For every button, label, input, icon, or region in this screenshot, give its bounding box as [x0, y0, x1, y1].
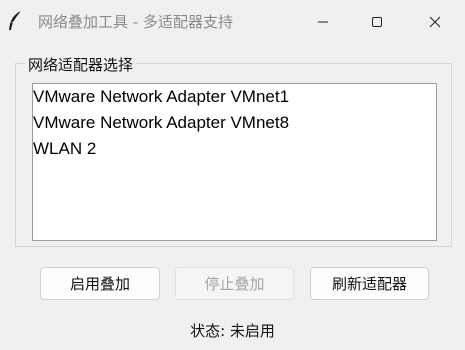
adapter-listbox[interactable]: VMware Network Adapter VMnet1 VMware Net… [32, 83, 437, 241]
adapter-list-item[interactable]: WLAN 2 [33, 136, 436, 162]
refresh-adapters-button[interactable]: 刷新适配器 [310, 267, 429, 300]
maximize-button[interactable] [354, 0, 400, 44]
minimize-icon [317, 16, 329, 28]
close-icon [429, 16, 441, 28]
adapter-list-item[interactable]: VMware Network Adapter VMnet1 [33, 84, 436, 110]
close-button[interactable] [412, 0, 458, 44]
title-bar[interactable]: 网络叠加工具 - 多适配器支持 [0, 0, 465, 44]
status-text: 状态: 未启用 [190, 322, 275, 340]
start-overlay-button[interactable]: 启用叠加 [40, 267, 160, 300]
stop-overlay-button[interactable]: 停止叠加 [175, 267, 294, 300]
adapter-list-item[interactable]: VMware Network Adapter VMnet8 [33, 110, 436, 136]
adapter-group-label: 网络适配器选择 [25, 54, 137, 75]
window-title: 网络叠加工具 - 多适配器支持 [38, 13, 233, 31]
minimize-button[interactable] [300, 0, 346, 44]
maximize-icon [371, 16, 383, 28]
feather-icon [6, 10, 24, 32]
